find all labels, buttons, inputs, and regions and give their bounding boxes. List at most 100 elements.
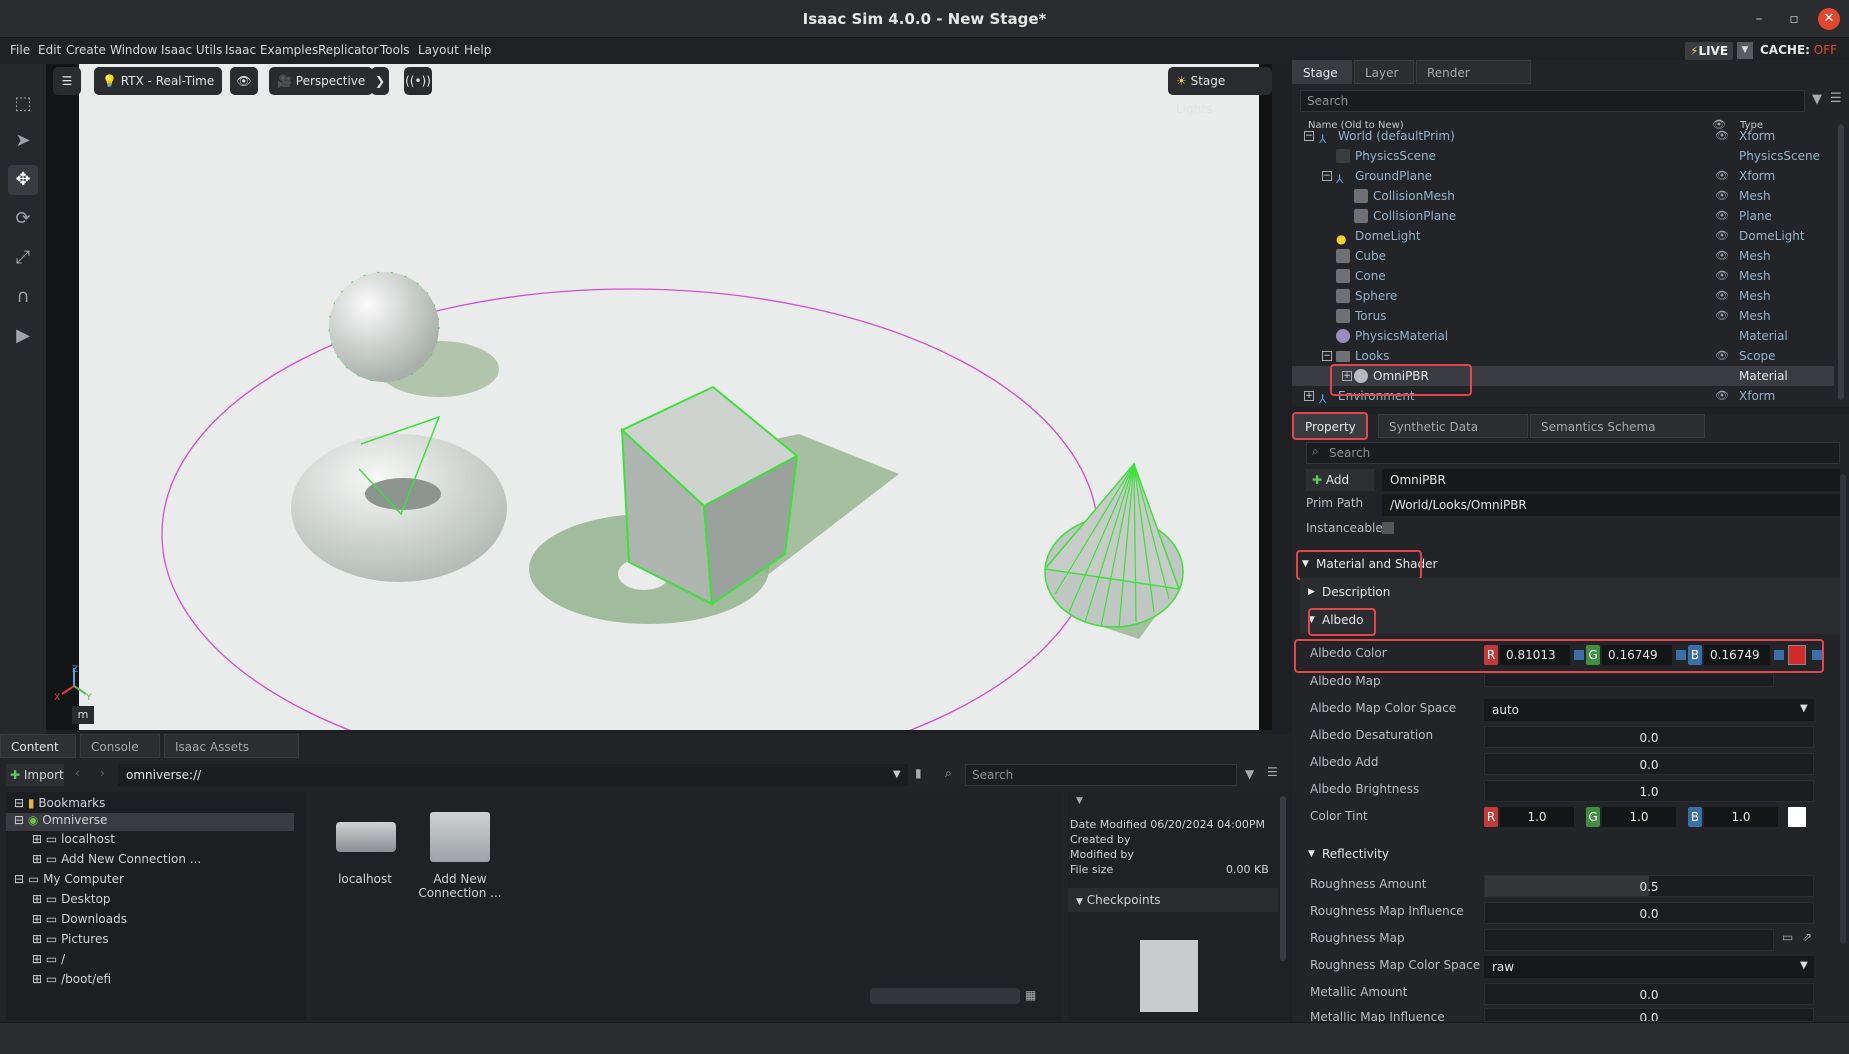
visibility-eye-icon[interactable]: 👁	[1715, 226, 1729, 246]
metallic-map-influence-field[interactable]: 0.0	[1484, 1008, 1814, 1022]
stage-row-domelight[interactable]: ● DomeLight 👁 DomeLight	[1292, 226, 1834, 246]
play-icon[interactable]: ▶	[8, 321, 38, 351]
color-tint-swatch[interactable]	[1788, 807, 1806, 827]
broadcast-icon[interactable]: ((•))	[404, 67, 432, 95]
close-button[interactable]: ✕	[1818, 8, 1840, 30]
roughness-amount-slider[interactable]: 0.5	[1484, 875, 1814, 897]
tab-semantics-schema-editor[interactable]: Semantics Schema Editor	[1530, 414, 1705, 458]
viewport[interactable]: ☰ 💡 RTX - Real-Time 👁 🎥 Perspective ❯ ((…	[46, 64, 1272, 730]
visibility-eye-icon[interactable]: 👁	[1715, 266, 1729, 286]
select-tool-icon[interactable]: ➤	[8, 126, 38, 156]
filter-icon[interactable]: ▼	[1245, 767, 1254, 781]
stage-row-physicsmaterial[interactable]: PhysicsMaterial Material	[1292, 326, 1834, 346]
expand-icon[interactable]: ⊞	[32, 832, 42, 846]
visibility-eye-icon[interactable]: 👁	[1715, 386, 1729, 406]
grid-view-icon[interactable]: ▦	[1025, 988, 1036, 1002]
folder-thumbnail-icon[interactable]	[430, 812, 490, 862]
menu-create[interactable]: Create	[66, 43, 106, 57]
visibility-eye-icon[interactable]: 👁	[1715, 306, 1729, 326]
add-button[interactable]: ✚ Add	[1306, 469, 1374, 491]
expand-icon[interactable]: ⊞	[32, 932, 42, 946]
stage-row-looks[interactable]: − Looks 👁 Scope	[1292, 346, 1834, 366]
stage-lights-button[interactable]: ☀ Stage Lights	[1168, 67, 1272, 116]
back-arrow-icon[interactable]: ‹	[75, 766, 80, 780]
visibility-eye-icon[interactable]: 👁	[1715, 186, 1729, 206]
camera-button[interactable]: 🎥 Perspective	[269, 67, 374, 95]
tree-downloads[interactable]: ⊞ ▭ Downloads	[32, 912, 127, 926]
rotate-tool-icon[interactable]: ⟳	[8, 204, 38, 234]
chevron-right-icon[interactable]: ❯	[371, 67, 389, 95]
tree-bookmarks[interactable]: ⊟ ▮ Bookmarks	[14, 796, 105, 810]
tint-r-field[interactable]: 1.0	[1500, 807, 1574, 827]
frame-selection-icon[interactable]: ⬚	[8, 89, 38, 119]
live-button[interactable]: ⚡LIVE	[1685, 42, 1734, 60]
open-link-icon[interactable]: ⇗	[1802, 930, 1812, 944]
maximize-button[interactable]: ▫	[1783, 8, 1805, 30]
content-path-input[interactable]: omniverse://	[118, 764, 908, 786]
menu-file[interactable]: File	[10, 43, 30, 57]
sphere-object[interactable]	[328, 271, 440, 383]
tree-pictures[interactable]: ⊞ ▭ Pictures	[32, 932, 109, 946]
scale-tool-icon[interactable]: ⤢	[8, 243, 38, 273]
tree-boot-efi[interactable]: ⊞ ▭ /boot/efi	[32, 972, 111, 986]
tree-add-connection[interactable]: ⊞ ▭ Add New Connection ...	[32, 852, 201, 866]
collapse-icon[interactable]: −	[1322, 171, 1332, 181]
menu-replicator[interactable]: Replicator	[318, 43, 378, 57]
expand-icon[interactable]: ⊞	[32, 852, 42, 866]
checkpoints-header[interactable]: ▼ Checkpoints	[1068, 888, 1278, 912]
tab-synthetic-data-recorder[interactable]: Synthetic Data Recorder	[1378, 414, 1528, 458]
expand-icon[interactable]: ⊞	[32, 912, 42, 926]
stage-menu-icon[interactable]: ☰	[1830, 91, 1842, 106]
menu-tools[interactable]: Tools	[380, 43, 410, 57]
visibility-eye-icon[interactable]: 👁	[1715, 166, 1729, 186]
roughness-map-color-space-select[interactable]: raw	[1484, 956, 1814, 978]
stage-row-collisionplane[interactable]: CollisionPlane 👁 Plane	[1292, 206, 1834, 226]
stage-search-input[interactable]: Search	[1300, 90, 1805, 112]
collapse-icon[interactable]: −	[1322, 351, 1332, 361]
expand-icon[interactable]: ⊞	[32, 892, 42, 906]
tab-console[interactable]: Console	[80, 734, 160, 758]
forward-arrow-icon[interactable]: ›	[100, 766, 105, 780]
collapse-icon[interactable]: −	[1304, 131, 1314, 141]
expand-icon[interactable]: +	[1304, 391, 1314, 401]
render-mode-button[interactable]: 💡 RTX - Real-Time	[94, 67, 223, 95]
import-button[interactable]: ✚ Import	[6, 764, 64, 786]
stage-row-sphere[interactable]: Sphere 👁 Mesh	[1292, 286, 1834, 306]
visibility-eye-icon[interactable]: 👁	[1715, 246, 1729, 266]
albedo-desaturation-field[interactable]: 0.0	[1484, 726, 1814, 748]
visibility-eye-icon[interactable]: 👁	[1715, 346, 1729, 366]
tree-omniverse[interactable]: ⊟ ◉ Omniverse	[6, 813, 294, 831]
metallic-amount-field[interactable]: 0.0	[1484, 983, 1814, 1005]
visibility-eye-icon[interactable]: 👁	[1715, 126, 1729, 146]
tree-my-computer[interactable]: ⊟ ▭ My Computer	[14, 872, 124, 886]
item-localhost-label[interactable]: localhost	[310, 872, 420, 886]
bookmark-icon[interactable]: ▮	[915, 766, 922, 780]
tint-g-field[interactable]: 1.0	[1602, 807, 1676, 827]
filter-icon[interactable]: ▼	[1812, 92, 1822, 107]
snap-magnet-icon[interactable]: ∩	[8, 282, 38, 312]
prim-name-field[interactable]: OmniPBR	[1382, 469, 1840, 491]
stage-row-cone[interactable]: Cone 👁 Mesh	[1292, 266, 1834, 286]
section-reflectivity[interactable]: ▼ Reflectivity	[1300, 840, 1840, 868]
menu-help[interactable]: Help	[464, 43, 491, 57]
folder-icon[interactable]: ▭	[1782, 930, 1793, 944]
expand-icon[interactable]: ⊞	[32, 972, 42, 986]
stage-row-collisionmesh[interactable]: CollisionMesh 👁 Mesh	[1292, 186, 1834, 206]
albedo-map-color-space-select[interactable]: auto	[1484, 699, 1814, 721]
server-thumbnail-icon[interactable]	[336, 822, 396, 852]
tab-isaac-assets[interactable]: Isaac Assets (Beta)	[164, 734, 299, 778]
menu-layout[interactable]: Layout	[418, 43, 459, 57]
property-scrollbar[interactable]	[1840, 474, 1846, 944]
scene-render[interactable]	[79, 64, 1259, 730]
property-search-input[interactable]: Search	[1306, 442, 1840, 464]
menu-window[interactable]: Window	[110, 43, 157, 57]
visibility-eye-icon[interactable]: 👁	[1715, 206, 1729, 226]
menu-edit[interactable]: Edit	[38, 43, 61, 57]
settings-sliders-icon[interactable]: ☰	[53, 67, 81, 95]
prim-path-field[interactable]: /World/Looks/OmniPBR	[1382, 494, 1840, 516]
stage-row-world[interactable]: − ⅄ World (defaultPrim) 👁 Xform	[1292, 126, 1834, 146]
collapse-icon[interactable]: ⊟	[14, 813, 24, 827]
menu-isaac-examples[interactable]: Isaac Examples	[225, 43, 318, 57]
item-add-connection-label[interactable]: Add New Connection ...	[410, 872, 510, 900]
minimize-button[interactable]: –	[1748, 8, 1770, 30]
